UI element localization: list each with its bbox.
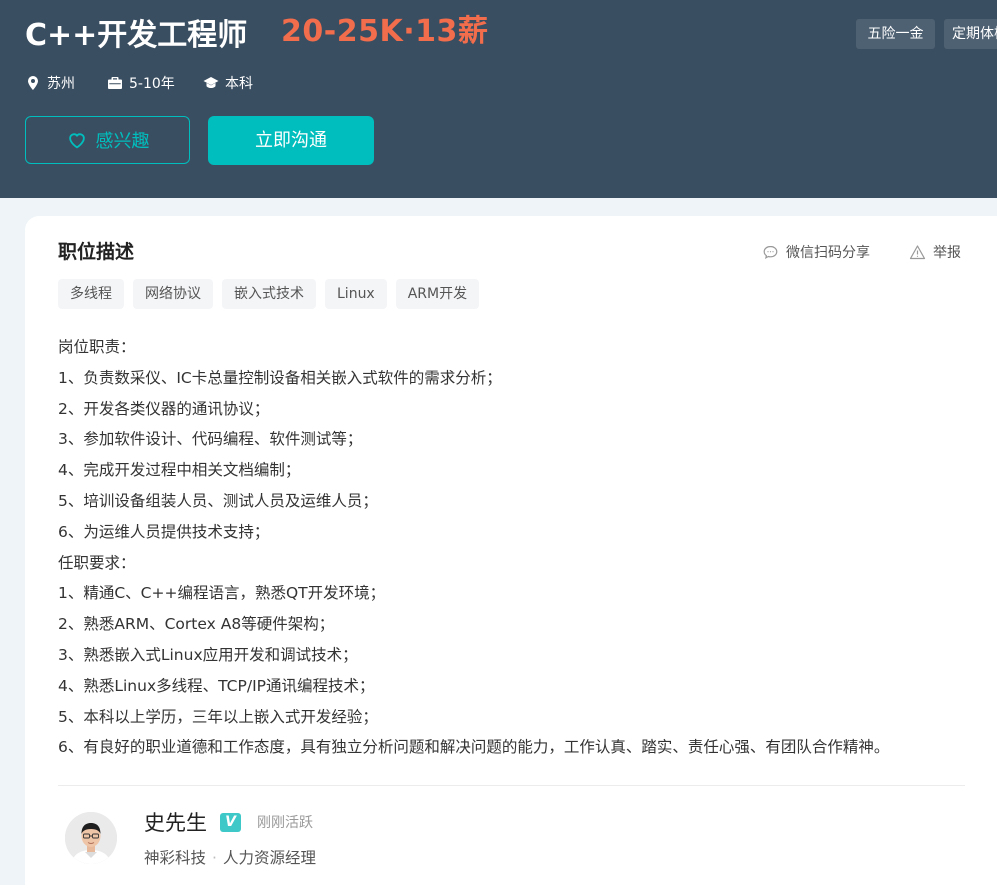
description-line: 3、熟悉嵌入式Linux应用开发和调试技术； xyxy=(58,645,358,664)
job-description: 岗位职责： 1、负责数采仪、IC卡总量控制设备相关嵌入式软件的需求分析； 2、开… xyxy=(58,332,978,763)
job-detail-page: C++开发工程师 20-25K·13薪 五险一金 定期体检 苏州 5-10年 本… xyxy=(0,0,997,885)
job-education: 本科 xyxy=(203,72,253,94)
description-line: 6、有良好的职业道德和工作态度，具有独立分析问题和解决问题的能力，工作认真、踏实… xyxy=(58,738,890,757)
job-detail-card: 职位描述 微信扫码分享 举报 多线程 网络协议 嵌入式技术 Linux ARM开… xyxy=(25,216,997,885)
share-label: 微信扫码分享 xyxy=(786,245,870,261)
description-line: 4、熟悉Linux多线程、TCP/IP通讯编程技术； xyxy=(58,676,375,695)
description-line: 4、完成开发过程中相关文档编制； xyxy=(58,461,301,480)
description-line: 任职要求： xyxy=(58,553,136,572)
report-label: 举报 xyxy=(933,245,961,261)
chat-now-button[interactable]: 立即沟通 xyxy=(208,116,374,165)
welfare-tag: 五险一金 xyxy=(856,19,935,49)
description-line: 5、培训设备组装人员、测试人员及运维人员； xyxy=(58,491,378,510)
description-line: 6、为运维人员提供技术支持； xyxy=(58,522,270,541)
report-link[interactable]: 举报 xyxy=(909,242,961,262)
welfare-tag: 定期体检 xyxy=(944,19,997,49)
skill-tags: 多线程 网络协议 嵌入式技术 Linux ARM开发 xyxy=(58,279,480,309)
description-line: 岗位职责： xyxy=(58,338,136,356)
avatar-photo xyxy=(65,812,117,864)
recruiter-name: 史先生 xyxy=(144,811,207,835)
skill-tag: 嵌入式技术 xyxy=(222,279,316,309)
job-title: C++开发工程师 xyxy=(25,18,248,53)
wechat-share-link[interactable]: 微信扫码分享 xyxy=(762,242,870,262)
description-line: 1、精通C、C++编程语言，熟悉QT开发环境； xyxy=(58,584,386,603)
description-line: 1、负责数采仪、IC卡总量控制设备相关嵌入式软件的需求分析； xyxy=(58,368,502,387)
description-line: 2、开发各类仪器的通讯协议； xyxy=(58,399,270,418)
separator-dot: · xyxy=(212,849,217,867)
description-line: 5、本科以上学历，三年以上嵌入式开发经验； xyxy=(58,707,378,726)
recruiter-company-line: 神彩科技 · 人力资源经理 xyxy=(144,847,316,869)
job-header-banner: C++开发工程师 20-25K·13薪 五险一金 定期体检 苏州 5-10年 本… xyxy=(0,0,997,198)
chat-bubble-icon xyxy=(763,245,778,259)
briefcase-icon xyxy=(108,77,122,89)
job-location-text: 苏州 xyxy=(47,76,75,92)
salary: 20-25K·13薪 xyxy=(281,14,489,49)
graduation-cap-icon xyxy=(203,77,219,88)
recruiter-company: 神彩科技 xyxy=(144,849,207,867)
interest-button-label: 感兴趣 xyxy=(95,131,150,152)
job-experience-text: 5-10年 xyxy=(129,76,175,92)
skill-tag: 网络协议 xyxy=(133,279,213,309)
section-title: 职位描述 xyxy=(58,241,135,263)
heart-icon xyxy=(68,133,85,149)
skill-tag: 多线程 xyxy=(58,279,124,309)
job-location: 苏州 xyxy=(25,72,75,94)
skill-tag: ARM开发 xyxy=(395,279,480,309)
divider xyxy=(58,785,965,786)
warning-icon xyxy=(909,244,926,259)
recruiter-position: 人力资源经理 xyxy=(222,849,316,867)
location-icon xyxy=(28,76,38,90)
description-line: 3、参加软件设计、代码编程、软件测试等； xyxy=(58,430,363,449)
verified-badge-icon: V xyxy=(220,813,241,832)
job-education-text: 本科 xyxy=(225,76,253,92)
job-experience: 5-10年 xyxy=(107,72,175,94)
recruiter-avatar[interactable] xyxy=(65,812,117,864)
interest-button[interactable]: 感兴趣 xyxy=(25,116,190,164)
skill-tag: Linux xyxy=(325,279,387,309)
description-line: 2、熟悉ARM、Cortex A8等硬件架构； xyxy=(58,615,335,634)
active-status: 刚刚活跃 xyxy=(257,815,313,831)
